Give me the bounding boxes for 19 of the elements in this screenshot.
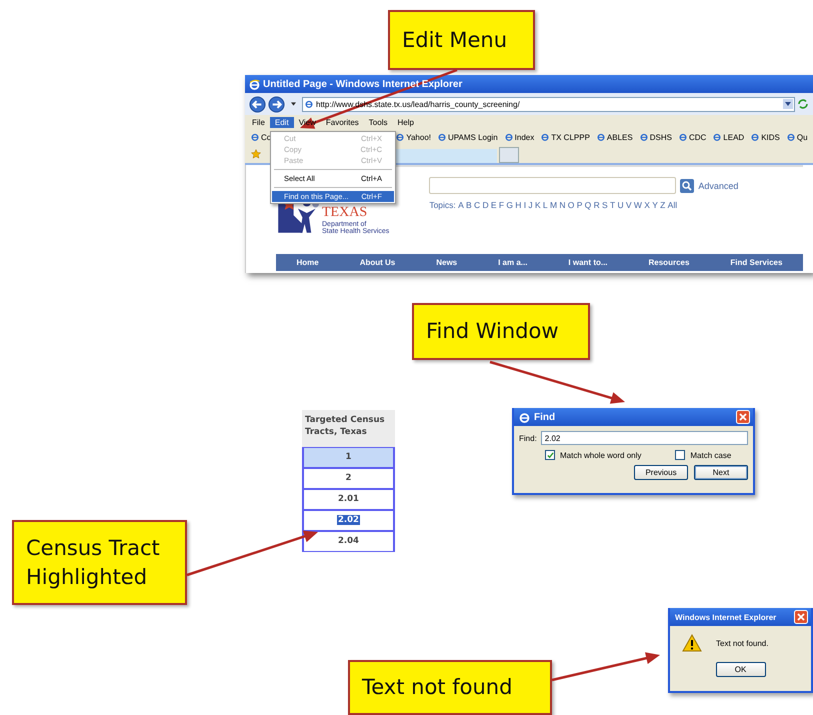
callout-label: Find Window [412,303,590,360]
field-label: Find: [519,434,537,442]
table-cell: 2.01 [302,488,395,510]
table-cell: 2 [302,468,395,489]
alert-message: Text not found. [716,638,768,648]
checkbox-label: Match whole word only [560,450,642,460]
table-cell: 1 [302,446,395,468]
dialog-title: Windows Internet Explorer [675,612,776,622]
topics-label: Topics: [429,200,456,210]
checkbox-label: Match case [690,450,732,460]
table-cell: 2.02 [302,510,395,531]
logo-title: TEXAS [322,205,368,221]
callout-label: Edit Menu [388,10,535,70]
callout-label: Census Tract Highlighted [12,520,187,605]
table-header: Targeted Census Tracts, Texas [302,410,395,447]
window-title: Untitled Page - Windows Internet Explorer [263,78,462,90]
callout-label: Text not found [348,660,552,715]
table-cell: 2.04 [302,530,395,552]
dialog-title: Find [534,412,556,422]
